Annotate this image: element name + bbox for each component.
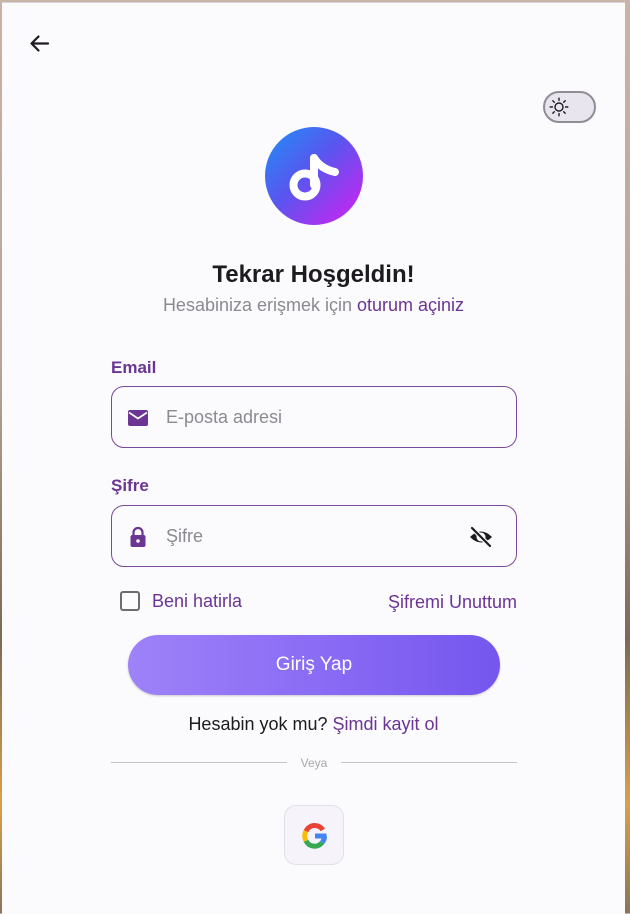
arrow-left-icon <box>30 35 50 52</box>
app-window: Tekrar Hoşgeldin! Hesabiniza erişmek içi… <box>2 2 625 914</box>
google-signin-button[interactable] <box>284 805 344 865</box>
signup-link[interactable]: Şimdi kayit ol <box>333 714 439 734</box>
signup-prompt: Hesabin yok mu? Şimdi kayit ol <box>2 714 625 735</box>
remember-checkbox[interactable] <box>120 591 140 611</box>
app-logo <box>265 127 363 225</box>
email-label: Email <box>111 358 157 377</box>
google-icon <box>302 823 327 849</box>
eye-off-icon[interactable] <box>468 525 494 549</box>
password-label: Şifre <box>111 476 149 495</box>
subtitle-text: Hesabiniza erişmek için <box>162 295 358 315</box>
page-subtitle: Hesabiniza erişmek için oturum açiniz <box>2 295 625 316</box>
email-field[interactable] <box>111 386 517 448</box>
divider-right <box>341 762 517 763</box>
back-button[interactable] <box>24 29 54 59</box>
email-input[interactable] <box>164 387 458 448</box>
password-field[interactable] <box>111 505 517 567</box>
divider-label: Veya <box>300 756 328 770</box>
divider-left <box>111 762 287 763</box>
login-button[interactable]: Giriş Yap <box>128 635 500 695</box>
password-input[interactable] <box>164 506 458 567</box>
subtitle-accent: oturum açiniz <box>357 295 465 315</box>
lock-icon <box>130 526 146 547</box>
page-title: Tekrar Hoşgeldin! <box>212 261 415 288</box>
mail-icon <box>128 410 148 426</box>
remember-label: Beni hatirla <box>152 590 243 611</box>
forgot-password-link[interactable]: Şifremi Unuttum <box>388 592 517 613</box>
signup-text: Hesabin yok mu? <box>188 714 333 734</box>
theme-toggle[interactable] <box>543 91 596 123</box>
remember-me[interactable]: Beni hatirla <box>120 589 242 613</box>
music-note-icon <box>289 154 339 201</box>
sun-icon <box>549 97 569 117</box>
